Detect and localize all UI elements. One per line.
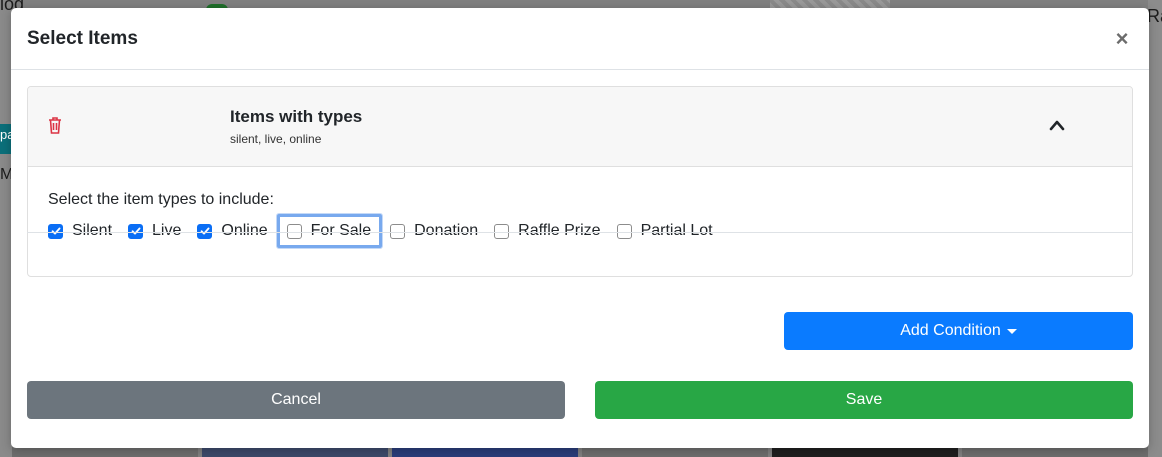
save-button[interactable]: Save [595, 381, 1133, 419]
item-types-checkbox-group: Silent Live Online For Sale Donation Raf… [48, 214, 1112, 248]
checkbox-unchecked-icon[interactable] [494, 223, 510, 239]
checkbox-label: For Sale [310, 222, 372, 239]
modal-body: Items with types silent, live, online Se… [11, 70, 1149, 293]
checkbox-live[interactable]: Live [128, 222, 181, 240]
modal-title: Select Items [27, 27, 138, 49]
checkbox-donation[interactable]: Donation [390, 222, 478, 240]
checkbox-partial-lot[interactable]: Partial Lot [616, 222, 713, 240]
checkbox-checked-icon[interactable] [48, 223, 63, 239]
checkbox-raffle-prize[interactable]: Raffle Prize [494, 222, 601, 240]
condition-card-title: Items with types [230, 107, 363, 126]
condition-card-header: Items with types silent, live, online [28, 87, 1132, 167]
checkbox-label: Partial Lot [640, 222, 713, 239]
section-divider [27, 232, 1133, 233]
condition-card-subtitle: silent, live, online [230, 132, 322, 146]
modal-header: Select Items × [11, 8, 1149, 70]
add-condition-button[interactable]: Add Condition [784, 312, 1133, 350]
background-right-strip [1148, 0, 1162, 457]
item-types-prompt: Select the item types to include: [48, 191, 274, 208]
checkbox-online[interactable]: Online [197, 222, 268, 240]
select-items-modal: Select Items × Items with types silent, … [11, 8, 1149, 448]
trash-icon[interactable] [47, 115, 63, 135]
background-hatch [770, 0, 890, 8]
close-button[interactable]: × [1111, 27, 1133, 50]
checkbox-label: Live [152, 222, 182, 239]
checkbox-unchecked-icon[interactable] [616, 223, 632, 239]
checkbox-for-sale[interactable]: For Sale [276, 214, 383, 248]
checkbox-label: Raffle Prize [518, 222, 601, 239]
chevron-up-icon[interactable] [1049, 119, 1065, 131]
checkbox-label: Online [221, 222, 268, 239]
checkbox-silent[interactable]: Silent [48, 222, 112, 240]
background-fragment-text: Ra [1147, 6, 1162, 26]
checkbox-unchecked-icon[interactable] [390, 223, 406, 239]
checkbox-unchecked-icon[interactable] [286, 223, 302, 239]
checkbox-label: Silent [72, 222, 113, 239]
condition-card-title-group: Items with types silent, live, online [230, 107, 362, 146]
checkbox-label: Donation [414, 222, 479, 239]
checkbox-checked-icon[interactable] [128, 223, 144, 239]
cancel-button[interactable]: Cancel [27, 381, 565, 419]
caret-down-icon [1006, 328, 1017, 334]
checkbox-checked-icon[interactable] [197, 223, 213, 239]
add-condition-label: Add Condition [900, 322, 1001, 339]
condition-card: Items with types silent, live, online Se… [27, 86, 1133, 277]
